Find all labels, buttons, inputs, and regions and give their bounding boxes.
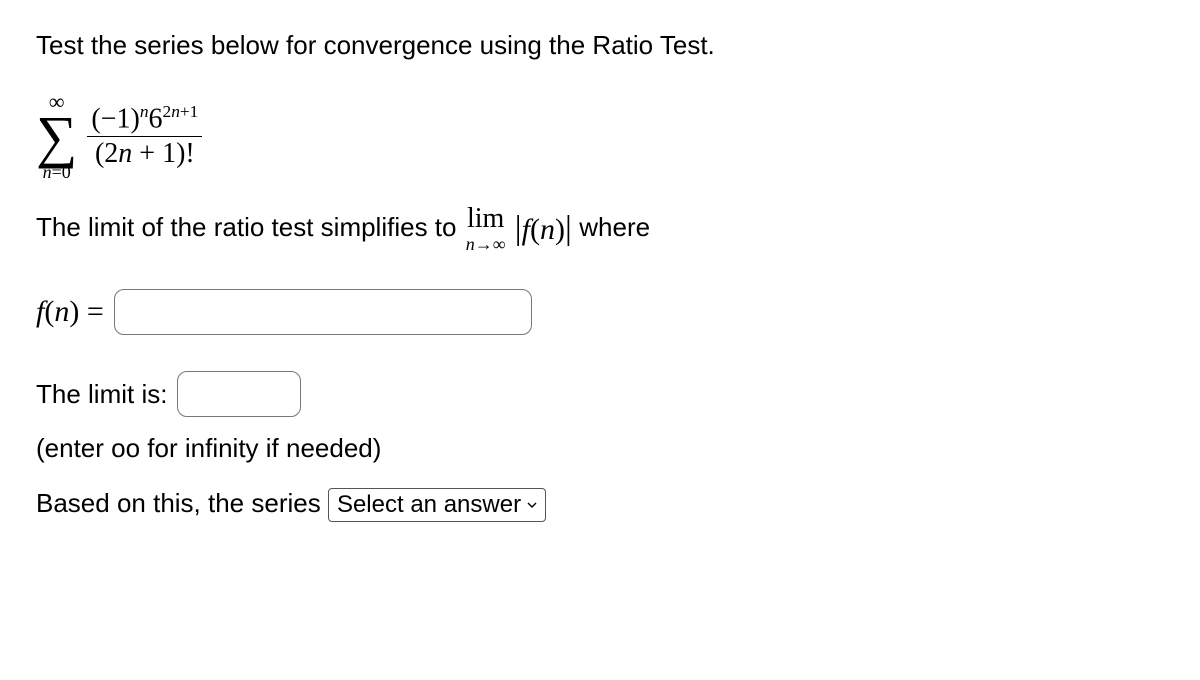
- limit-hint: (enter oo for infinity if needed): [36, 433, 1164, 464]
- series-expression: ∞ ∑ n=0 (−1)n62n+1 (2n + 1)!: [36, 91, 202, 181]
- series-fraction: (−1)n62n+1 (2n + 1)!: [87, 102, 202, 171]
- conclusion-select-label: Select an answer: [337, 491, 521, 519]
- sigma-stack: ∞ ∑ n=0: [36, 91, 77, 181]
- conclusion-select[interactable]: Select an answer: [328, 488, 546, 522]
- sum-lower-bound: n=0: [43, 163, 71, 181]
- series-denominator: (2n + 1)!: [91, 137, 199, 171]
- series-numerator: (−1)n62n+1: [87, 102, 202, 136]
- ratio-sentence: The limit of the ratio test simplifies t…: [36, 205, 1164, 253]
- chevron-down-icon: [527, 500, 537, 510]
- limit-input[interactable]: [177, 371, 301, 417]
- intro-text: Test the series below for convergence us…: [36, 30, 1164, 61]
- fn-label: f(n) =: [36, 295, 104, 329]
- fn-input[interactable]: [114, 289, 532, 335]
- conclusion-before: Based on this, the series: [36, 488, 321, 518]
- limit-label: The limit is:: [36, 379, 167, 410]
- limit-operator: lim n→∞: [466, 205, 506, 253]
- sigma-symbol: ∑: [36, 111, 77, 163]
